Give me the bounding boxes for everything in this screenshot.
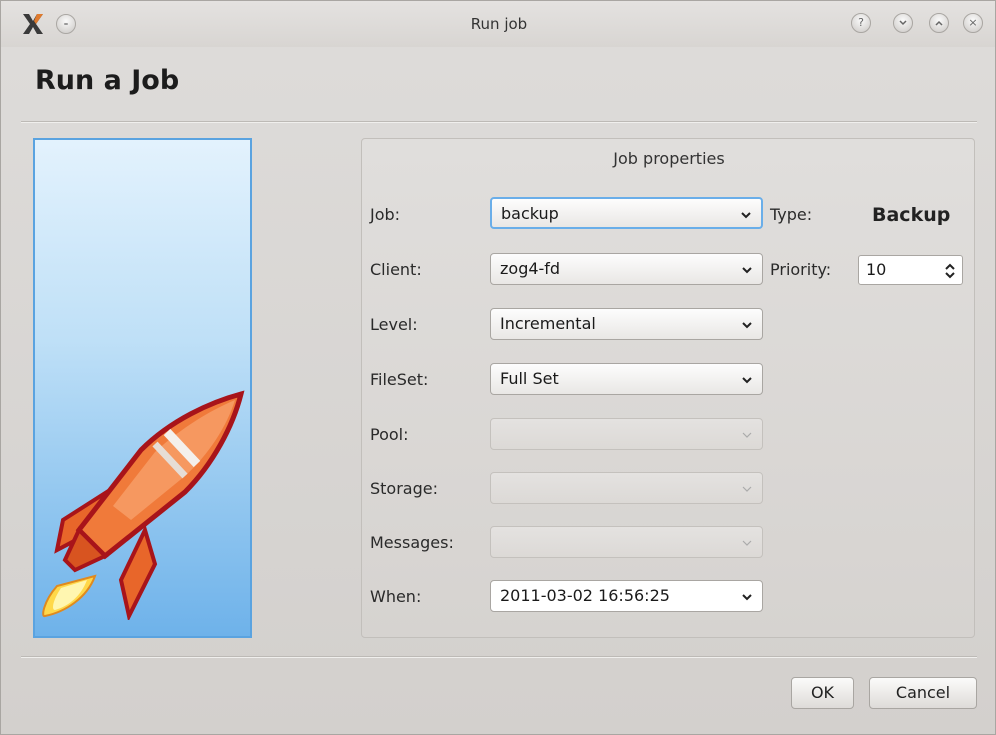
client-value: zog4-fd [500,259,561,278]
priority-spinbox[interactable]: 10 [858,255,963,285]
when-value: 2011-03-02 16:56:25 [500,586,670,605]
messages-select[interactable] [490,526,763,558]
chevron-down-icon [742,322,752,329]
chevron-down-icon [742,267,752,274]
pool-select[interactable] [490,418,763,450]
when-datetime-edit[interactable]: 2011-03-02 16:56:25 [490,580,763,612]
fileset-select[interactable]: Full Set [490,363,763,395]
rocket-icon [42,390,245,620]
job-properties-group: Job properties Job: backup Type: Backup … [361,138,975,638]
chevron-down-icon [742,594,752,601]
chevron-down-icon [742,432,752,438]
divider [21,656,977,658]
level-select[interactable]: Incremental [490,308,763,340]
run-job-window: Run job ? × Run a Job Job properties Job… [0,0,996,735]
storage-label: Storage: [370,479,438,498]
chevron-down-icon [742,540,752,546]
fileset-value: Full Set [500,369,559,388]
fileset-label: FileSet: [370,370,429,389]
client-select[interactable]: zog4-fd [490,253,763,285]
group-title: Job properties [613,149,725,168]
storage-select[interactable] [490,472,763,504]
page-title: Run a Job [35,65,180,96]
level-value: Incremental [500,314,596,333]
job-label: Job: [370,205,401,224]
minimize-icon[interactable] [893,13,913,33]
client-label: Client: [370,260,422,279]
chevron-down-icon [742,486,752,492]
divider [21,121,977,123]
job-value: backup [501,204,559,223]
spin-arrows-icon[interactable] [944,262,956,280]
chevron-down-icon [741,212,751,219]
type-value: Backup [872,204,951,226]
pool-label: Pool: [370,425,409,444]
rocket-banner [33,138,252,638]
job-select[interactable]: backup [490,197,763,229]
maximize-icon[interactable] [929,13,949,33]
title-bar: Run job ? × [1,1,995,47]
help-glyph: ? [858,16,864,29]
priority-value: 10 [866,260,887,279]
type-label: Type: [770,205,813,224]
level-label: Level: [370,315,418,334]
priority-label: Priority: [770,260,832,279]
chevron-down-icon [742,377,752,384]
messages-label: Messages: [370,533,454,552]
window-title: Run job [470,15,528,33]
when-label: When: [370,587,422,606]
help-icon[interactable]: ? [851,13,871,33]
cancel-button[interactable]: Cancel [869,677,977,709]
close-icon[interactable]: × [963,13,983,33]
close-glyph: × [968,16,978,29]
ok-button[interactable]: OK [791,677,854,709]
